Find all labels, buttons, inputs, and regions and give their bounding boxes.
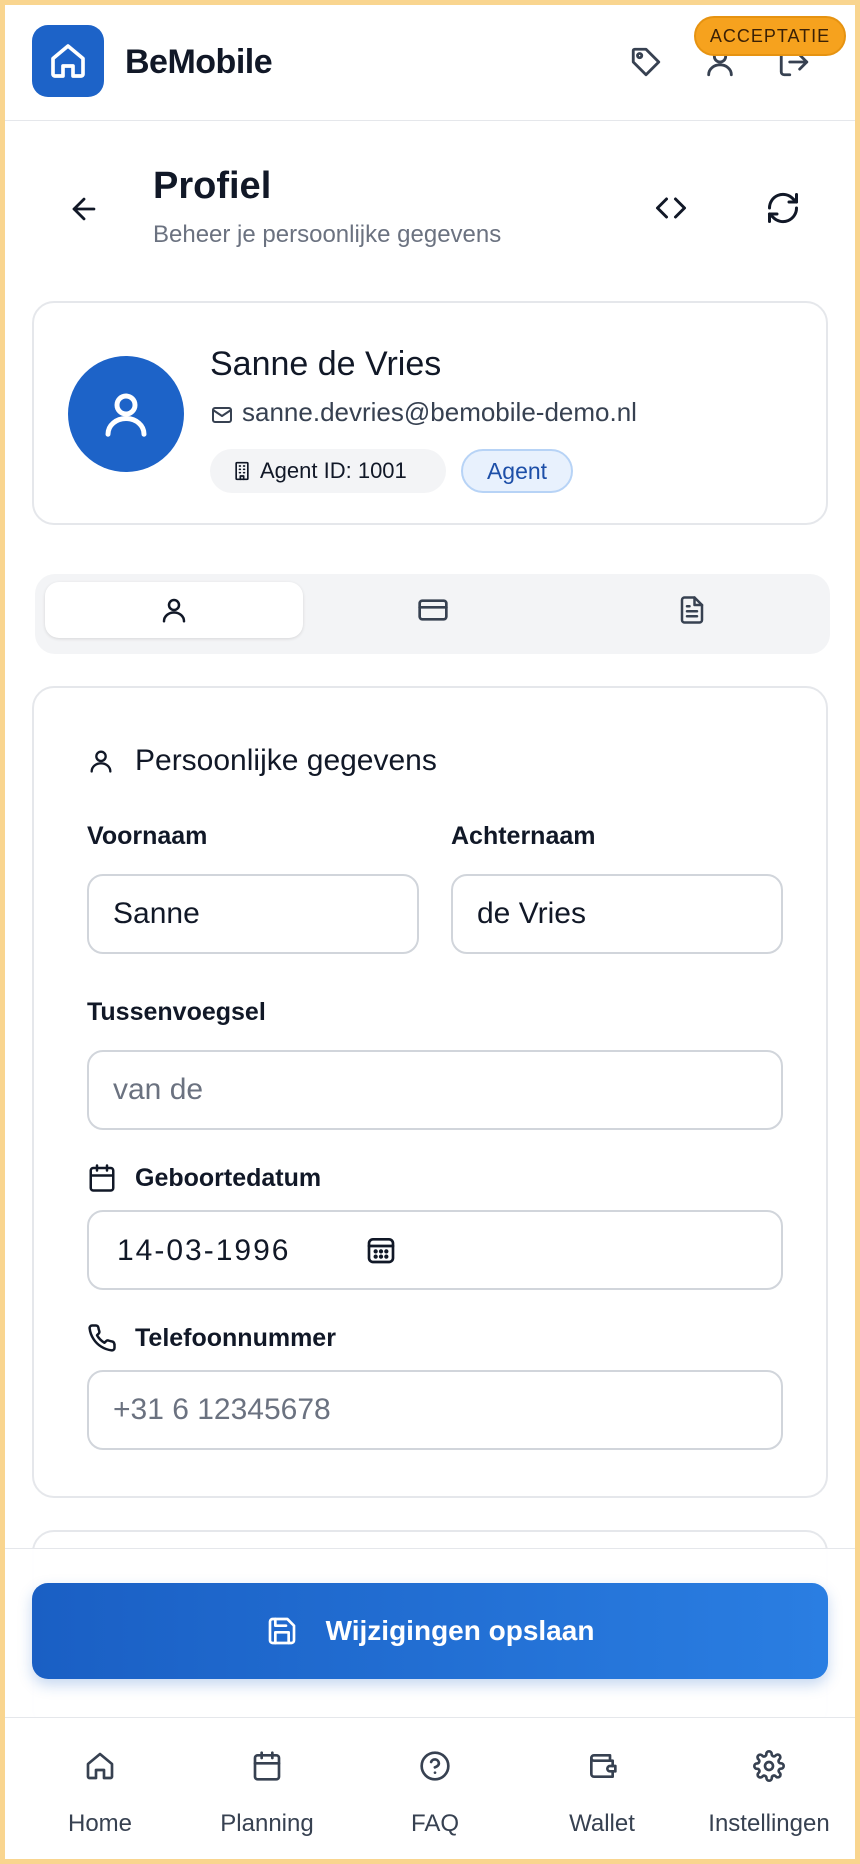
user-icon <box>162 598 186 623</box>
app-header: BeMobile ACCEPTATIE <box>5 5 855 121</box>
nav-label-planning: Planning <box>220 1810 314 1837</box>
avatar <box>68 356 184 472</box>
document-icon <box>680 596 704 624</box>
nav-item-faq[interactable]: FAQ <box>350 1718 520 1859</box>
nav-item-settings[interactable]: Instellingen <box>684 1718 854 1859</box>
last-name-label: Achternaam <box>451 822 596 850</box>
nav-label-faq: FAQ <box>410 1810 459 1837</box>
save-changes-button[interactable]: Wijzigingen opslaan <box>32 1583 828 1679</box>
bottom-navigation: Home Planning FAQ Wallet Instellingen <box>5 1717 855 1859</box>
infix-label: Tussenvoegsel <box>87 998 266 1026</box>
save-icon <box>268 1617 295 1645</box>
help-circle-icon <box>420 1751 450 1781</box>
home-icon <box>51 44 85 78</box>
brand-name: BeMobile <box>125 43 273 81</box>
nav-item-wallet[interactable]: Wallet <box>517 1718 687 1859</box>
home-icon <box>86 1752 114 1780</box>
infix-input[interactable] <box>87 1050 783 1130</box>
home-logo-button[interactable] <box>32 25 104 97</box>
birthdate-input[interactable]: 14-03-1996 <box>87 1210 783 1290</box>
refresh-icon <box>767 192 799 224</box>
code-icon <box>656 197 686 219</box>
sticky-action-bar: Wijzigingen opslaan <box>5 1548 855 1718</box>
first-name-label: Voornaam <box>87 822 208 850</box>
section-title: Persoonlijke gegevens <box>135 744 437 777</box>
nav-item-home[interactable]: Home <box>15 1718 185 1859</box>
agent-id-text: Agent ID: 1001 <box>260 458 407 483</box>
page-subtitle: Beheer je persoonlijke gegevens <box>153 221 502 248</box>
phone-label: Telefoonnummer <box>135 1324 336 1352</box>
wallet-icon <box>590 1754 617 1778</box>
environment-badge: ACCEPTATIE <box>694 16 846 56</box>
birthdate-value: 14-03-1996 <box>117 1234 291 1267</box>
phone-icon <box>87 1323 117 1353</box>
tag-icon[interactable] <box>629 45 663 79</box>
calendar-icon <box>87 1163 117 1193</box>
nav-label-home: Home <box>67 1810 133 1837</box>
building-icon <box>235 461 249 481</box>
nav-label-settings: Instellingen <box>708 1810 830 1837</box>
credit-card-icon <box>418 599 448 621</box>
arrow-left-icon <box>72 197 96 221</box>
last-name-input[interactable] <box>451 874 783 954</box>
tab-documents[interactable] <box>563 582 821 638</box>
tab-personal[interactable] <box>45 582 303 638</box>
role-badge: Agent <box>461 449 573 493</box>
calendar-icon <box>253 1751 281 1781</box>
mail-icon <box>210 403 234 427</box>
refresh-button[interactable] <box>765 190 801 226</box>
back-button[interactable] <box>67 192 101 226</box>
birthdate-label: Geboortedatum <box>135 1164 322 1192</box>
agent-id-chip: Agent ID: 1001 <box>210 449 446 493</box>
phone-input[interactable] <box>87 1370 783 1450</box>
nav-item-planning[interactable]: Planning <box>182 1718 352 1859</box>
app-frame: BeMobile ACCEPTATIE Profiel Beheer je pe… <box>5 5 855 1859</box>
first-name-input[interactable] <box>87 874 419 954</box>
user-icon <box>87 747 115 775</box>
profile-tabs <box>35 574 830 654</box>
gear-icon <box>753 1750 785 1782</box>
profile-name: Sanne de Vries <box>210 345 442 383</box>
user-icon <box>105 393 147 437</box>
save-changes-label: Wijzigingen opslaan <box>325 1615 595 1646</box>
tab-payment[interactable] <box>304 582 562 638</box>
profile-email: sanne.devries@bemobile-demo.nl <box>242 397 637 427</box>
developer-toggle-button[interactable] <box>653 190 689 226</box>
date-picker-icon[interactable] <box>365 1234 397 1266</box>
nav-label-wallet: Wallet <box>569 1810 635 1837</box>
page-title: Profiel <box>153 165 272 207</box>
